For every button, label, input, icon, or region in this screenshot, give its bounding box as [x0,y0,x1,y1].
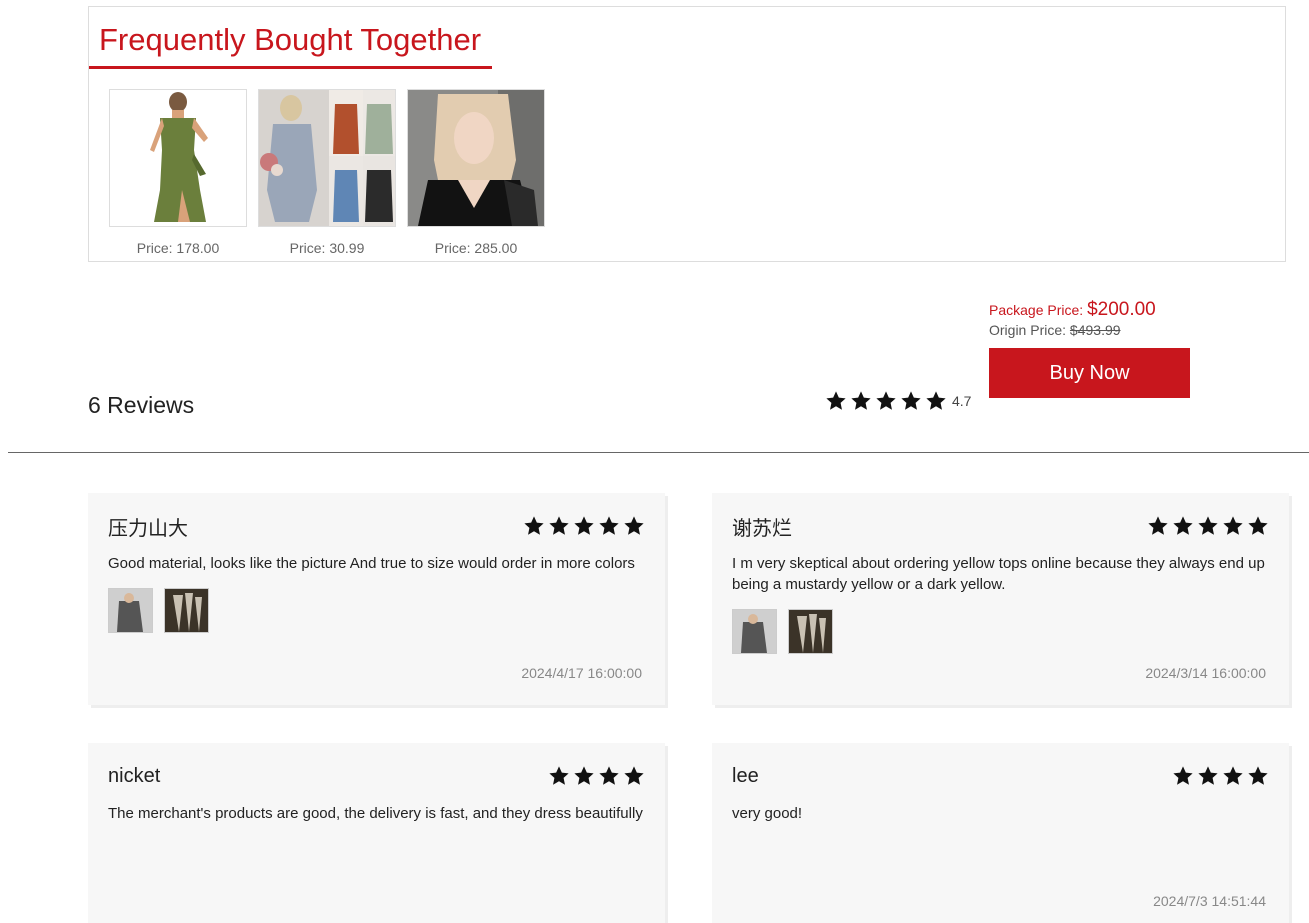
fbt-item-sweater-dress[interactable]: Price: 30.99 [258,89,396,256]
package-price-label: Package Price: [989,302,1084,318]
star-icon [524,516,544,535]
star-icon [1223,766,1243,785]
buy-now-button[interactable]: Buy Now [989,348,1190,398]
fbt-item-price: Price: 178.00 [136,240,220,256]
fbt-item-price: Price: 30.99 [289,240,365,256]
review-photos [732,609,1269,654]
overall-rating: 4.7 [825,390,971,412]
star-icon [624,516,644,535]
star-icon [574,766,594,785]
review-date: 2024/3/14 16:00:00 [1145,665,1266,681]
review-card: 压力山大 Good material, looks like the pictu… [88,493,665,705]
review-photo-thumbnail[interactable] [732,609,777,654]
review-stars [1169,765,1269,787]
star-icon [1248,766,1268,785]
product-image-blazer[interactable] [407,89,545,227]
star-icon [1198,766,1218,785]
fbt-item-green-dress[interactable]: Price: 178.00 [109,89,247,256]
review-card: nicket The merchant's products are good,… [88,743,665,923]
star-icon [549,516,569,535]
fbt-title: Frequently Bought Together [89,7,492,69]
package-price-row: Package Price: $200.00 [989,299,1156,321]
star-icon [926,391,946,410]
package-pricing: Package Price: $200.00 Origin Price: $49… [989,299,1156,338]
star-icon [826,391,846,410]
star-icon [624,766,644,785]
star-icon [1148,516,1168,535]
review-stars [520,515,645,537]
overall-rating-stars [825,390,950,412]
package-price-value: $200.00 [1087,299,1156,320]
reviewer-name: lee [732,764,759,787]
star-icon [549,766,569,785]
star-icon [1173,766,1193,785]
star-icon [851,391,871,410]
review-text: I m very skeptical about ordering yellow… [732,555,1265,593]
review-stars [545,765,645,787]
review-photo-thumbnail[interactable] [164,588,209,633]
review-date: 2024/4/17 16:00:00 [521,665,642,681]
star-icon [1248,516,1268,535]
review-card: 谢苏烂 I m very skeptical about ordering ye… [712,493,1289,705]
review-stars [1144,515,1269,537]
overall-rating-value: 4.7 [952,393,972,409]
fbt-item-blazer[interactable]: Price: 285.00 [407,89,545,256]
review-text: The merchant's products are good, the de… [108,805,643,822]
review-date: 2024/7/3 14:51:44 [1153,893,1266,909]
product-image-green-dress[interactable] [109,89,247,227]
reviewer-name: 谢苏烂 [732,517,792,540]
fbt-item-price: Price: 285.00 [434,240,518,256]
star-icon [876,391,896,410]
star-icon [1223,516,1243,535]
origin-price-row: Origin Price: $493.99 [989,322,1156,338]
review-photos [108,588,645,633]
reviewer-name: nicket [108,764,161,787]
reviews-count-heading: 6 Reviews [88,392,195,418]
review-photo-thumbnail[interactable] [108,588,153,633]
review-text: very good! [732,805,803,822]
frequently-bought-together-panel: Frequently Bought Together Price: 178.00 [88,6,1286,262]
star-icon [574,516,594,535]
star-icon [901,391,921,410]
product-image-sweater-dress[interactable] [258,89,396,227]
section-divider [8,452,1309,453]
star-icon [1173,516,1193,535]
review-card: lee very good! 2024/7/3 14:51:44 [712,743,1289,923]
review-photo-thumbnail[interactable] [788,609,833,654]
origin-price-value: $493.99 [1069,322,1121,338]
star-icon [599,516,619,535]
review-text: Good material, looks like the picture An… [108,555,635,572]
reviewer-name: 压力山大 [108,517,188,540]
origin-price-label: Origin Price: [989,322,1067,338]
star-icon [599,766,619,785]
star-icon [1198,516,1218,535]
